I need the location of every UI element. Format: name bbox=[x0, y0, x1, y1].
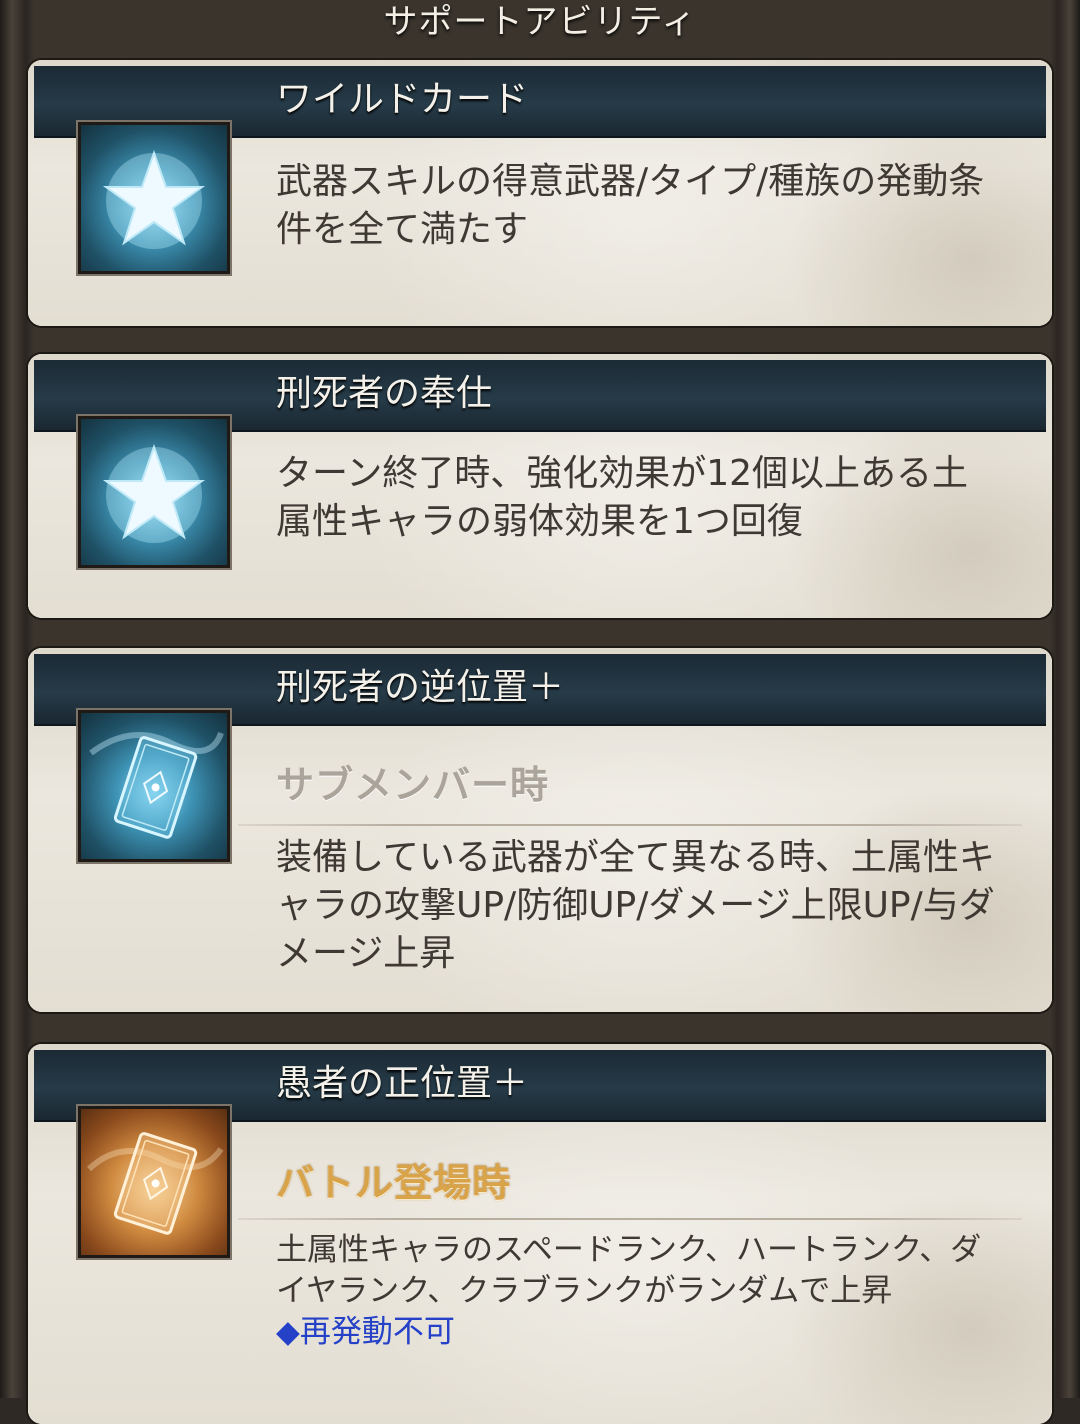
ability-card-fool-upright[interactable]: 愚者の正位置＋ バトル登場時 土属性キャラのスペードランク、ハートランク、ダイヤ… bbox=[28, 1044, 1052, 1424]
ability-card-hanged-man-service[interactable]: 刑死者の奉仕 ターン終了時、強化効果が12個以上ある土属性キャラの弱体効果を1つ… bbox=[28, 354, 1052, 618]
ability-name: 刑死者の逆位置＋ bbox=[276, 667, 565, 708]
ability-name: 愚者の正位置＋ bbox=[276, 1063, 529, 1104]
activation-condition: バトル登場時 bbox=[276, 1161, 512, 1205]
ability-description: 装備している武器が全て異なる時、土属性キャラの攻撃UP/防御UP/ダメージ上限U… bbox=[276, 837, 995, 974]
divider bbox=[238, 1218, 1022, 1220]
section-title: サポートアビリティ bbox=[383, 2, 697, 42]
ability-name: 刑死者の奉仕 bbox=[276, 373, 493, 414]
ability-name: ワイルドカード bbox=[276, 79, 529, 120]
ability-description: ターン終了時、強化効果が12個以上ある土属性キャラの弱体効果を1つ回復 bbox=[276, 453, 969, 542]
divider bbox=[238, 824, 1022, 826]
card-icon bbox=[78, 1106, 230, 1258]
ability-description: 土属性キャラのスペードランク、ハートランク、ダイヤランク、クラブランクがランダム… bbox=[276, 1232, 982, 1309]
retrigger-note: ◆再発動不可 bbox=[276, 1314, 455, 1350]
star-icon bbox=[78, 122, 230, 274]
ability-card-hanged-man-reversed[interactable]: 刑死者の逆位置＋ サブメンバー時 装備している武器が全て異なる時、土属性キャラの… bbox=[28, 648, 1052, 1012]
ability-card-wildcard[interactable]: ワイルドカード 武器スキルの得意武器/タイプ/種族の発動条件を全て満たす bbox=[28, 60, 1052, 326]
activation-condition: サブメンバー時 bbox=[276, 763, 550, 807]
star-icon bbox=[78, 416, 230, 568]
card-icon bbox=[78, 710, 230, 862]
ability-description: 武器スキルの得意武器/タイプ/種族の発動条件を全て満たす bbox=[276, 161, 985, 250]
